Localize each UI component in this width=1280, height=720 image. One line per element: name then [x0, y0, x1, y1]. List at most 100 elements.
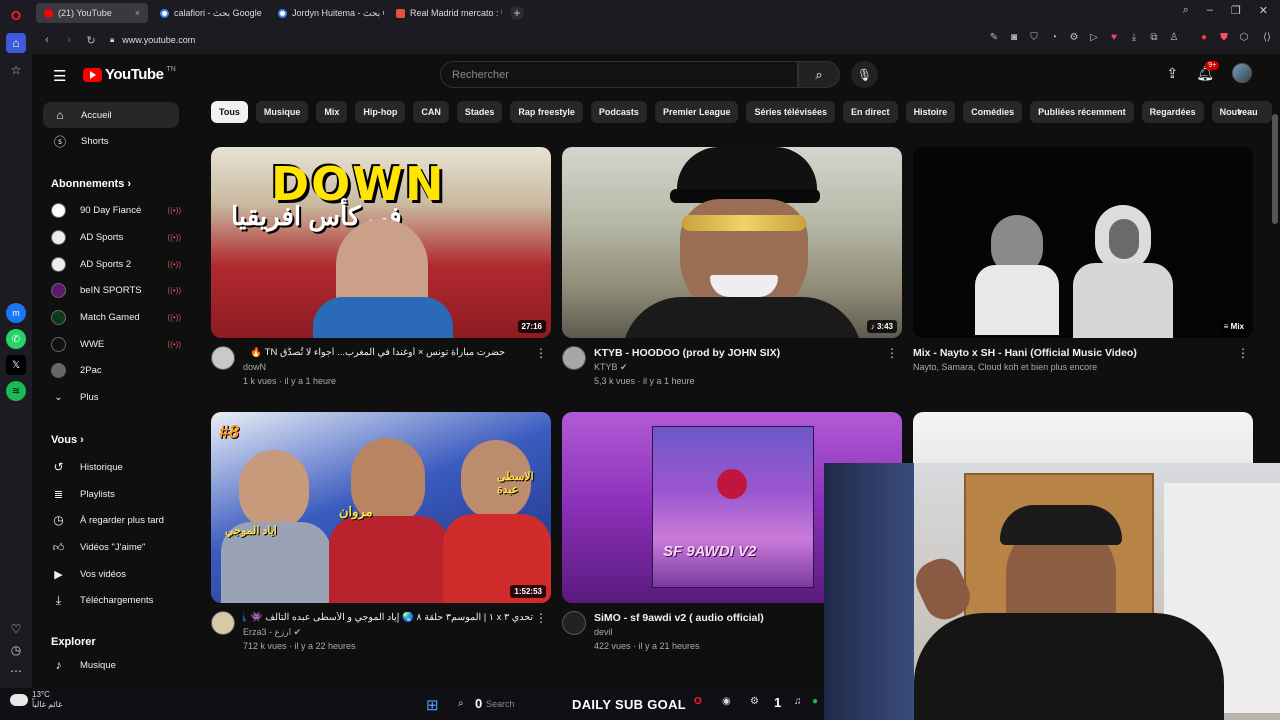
video-title[interactable]: تحدي ٣ x ١ | الموسم٣ حلقة ٨ 🌏 إياد الموج…	[243, 612, 533, 623]
sidebar-item-music[interactable]: ♪ Musique	[51, 653, 181, 677]
youtube-logo[interactable]: YouTube TN	[83, 66, 176, 83]
more-vert-icon[interactable]: ⋮	[535, 346, 547, 360]
forward-icon[interactable]: ›	[58, 34, 80, 46]
reload-icon[interactable]: ↻	[80, 34, 102, 47]
show-more-button[interactable]: ⌄ Plus	[51, 385, 181, 409]
opera-logo-icon[interactable]: O	[6, 5, 26, 25]
tab-realmadrid[interactable]: Real Madrid mercato : Un	[388, 3, 502, 23]
tab-youtube[interactable]: (21) YouTube ×	[36, 3, 148, 23]
chip[interactable]: Comédies	[963, 101, 1023, 123]
sidebar-item-liked[interactable]: 👍︎ Vidéos "J'aime"	[51, 535, 181, 559]
tab-search-icon[interactable]: ⌕	[1183, 4, 1189, 17]
scrollbar-thumb[interactable]	[1272, 114, 1278, 224]
tab-google-1[interactable]: calafiori - بحث Google	[152, 3, 266, 23]
channel-name[interactable]: Erza3 - ارزع ✔︎	[243, 627, 301, 638]
notifications-button[interactable]: 🔔︎ 9+	[1196, 60, 1220, 82]
puzzle-icon[interactable]: ⧉	[1148, 32, 1160, 43]
chip[interactable]: Stades	[456, 101, 503, 123]
sidebar-item-your-videos[interactable]: ▶︎ Vos vidéos	[51, 562, 181, 586]
subscriptions-heading[interactable]: Abonnements ›	[51, 178, 131, 190]
heart-icon[interactable]: ♡	[6, 619, 26, 639]
maximize-icon[interactable]: ❐	[1231, 4, 1241, 17]
spotify-green-icon[interactable]: ●	[812, 696, 818, 707]
minimize-icon[interactable]: –	[1207, 4, 1213, 17]
chip[interactable]: CAN	[413, 101, 449, 123]
search-input[interactable]	[441, 62, 797, 87]
camera-icon[interactable]: ◙	[1008, 32, 1020, 43]
channel-name[interactable]: dowN	[243, 362, 266, 372]
upload-icon[interactable]: ⇪	[1166, 65, 1178, 82]
new-tab-plus-icon[interactable]: +	[510, 6, 524, 20]
more-vert-icon[interactable]: ⋮	[886, 346, 898, 360]
spotify-icon[interactable]: ≋	[6, 381, 26, 401]
chips-next-icon[interactable]: ›	[1237, 103, 1241, 118]
chip[interactable]: Tous	[211, 101, 248, 123]
avatar[interactable]	[1232, 63, 1252, 83]
taskbar-search-icon[interactable]: ⌕	[458, 698, 464, 709]
edit-icon[interactable]: ✎	[988, 32, 1000, 43]
sub-item[interactable]: 2Pac	[51, 358, 181, 382]
windows-start-icon[interactable]: ⊞	[426, 696, 439, 714]
chip[interactable]: Hip-hop	[355, 101, 406, 123]
video-card[interactable]: ♪ 3:43 KTYB - HOODOO (prod by JOHN SIX) …	[562, 147, 902, 394]
sidebar-item-accueil[interactable]: ⌂ Accueil	[43, 102, 179, 128]
record-icon[interactable]: ●	[1198, 32, 1210, 43]
star-icon[interactable]: ☆	[6, 60, 26, 80]
sub-item[interactable]: AD Sports ((•))	[51, 225, 181, 249]
more-dots-icon[interactable]: ⋯	[6, 661, 26, 681]
x-twitter-icon[interactable]: 𝕏	[6, 355, 26, 375]
cube-icon[interactable]: ⬡	[1238, 32, 1250, 43]
menu-icon[interactable]: ☰	[53, 67, 66, 85]
chip[interactable]: Histoire	[905, 101, 956, 123]
sub-item[interactable]: Match Gamed ((•))	[51, 305, 181, 329]
shield-icon[interactable]: ⛉	[1028, 32, 1040, 43]
video-thumbnail[interactable]: DOWN في كأس افريقيا 27:16	[211, 147, 551, 338]
video-thumbnail[interactable]: #8 اياد الموجي مروان الاسطى عبدة 1:52:53	[211, 412, 551, 603]
video-thumbnail[interactable]: ♪ 3:43	[562, 147, 902, 338]
home-workspace-icon[interactable]: ⌂	[6, 33, 26, 53]
steam-taskbar-icon[interactable]: ⚙	[750, 696, 759, 707]
channel-name[interactable]: Nayto, Samara, Cloud koh et bien plus en…	[913, 362, 1097, 372]
channel-avatar[interactable]	[562, 611, 586, 635]
adblock-icon[interactable]: ⛊	[1218, 32, 1230, 43]
channel-avatar[interactable]	[211, 346, 235, 370]
tab-google-2[interactable]: Jordyn Huitema - بحث Go	[270, 3, 384, 23]
chip[interactable]: Regardées	[1141, 101, 1204, 123]
more-vert-icon[interactable]: ⋮	[535, 611, 547, 625]
back-icon[interactable]: ‹	[36, 34, 58, 46]
chip[interactable]: Musique	[255, 101, 309, 123]
opera-taskbar-icon[interactable]: O	[694, 696, 702, 707]
video-card[interactable]: ≡ Mix Mix - Nayto x SH - Hani (Official …	[913, 147, 1253, 394]
sub-item[interactable]: WWE ((•))	[51, 332, 181, 356]
sub-item[interactable]: beIN SPORTS ((•))	[51, 278, 181, 302]
sidebar-item-watch-later[interactable]: ◷ À regarder plus tard	[51, 508, 181, 532]
sidebar-item-shorts[interactable]: ⓢ Shorts	[43, 128, 179, 154]
chip[interactable]: Mix	[316, 101, 348, 123]
video-title[interactable]: حضرت مباراة تونس × أوغندا في المغرب... أ…	[243, 347, 505, 358]
video-thumbnail[interactable]: ≡ Mix	[913, 147, 1253, 338]
settings-icon[interactable]: ⚙	[1068, 32, 1080, 43]
video-title[interactable]: KTYB - HOODOO (prod by JOHN SIX)	[594, 347, 884, 359]
chip[interactable]: Podcasts	[590, 101, 647, 123]
obs-taskbar-icon[interactable]: ◉	[722, 696, 731, 707]
download-icon[interactable]: ⤓	[1128, 32, 1140, 43]
chip[interactable]: Séries télévisées	[746, 101, 836, 123]
play-icon[interactable]: ▷	[1088, 32, 1100, 43]
search-button[interactable]: ⌕	[798, 61, 840, 88]
channel-avatar[interactable]	[211, 611, 235, 635]
you-heading[interactable]: Vous ›	[51, 434, 84, 446]
video-card[interactable]: #8 اياد الموجي مروان الاسطى عبدة 1:52:53…	[211, 412, 551, 659]
sub-item[interactable]: 90 Day Fiancé ((•))	[51, 198, 181, 222]
chip[interactable]: Premier League	[654, 101, 739, 123]
close-tab-icon[interactable]: ×	[135, 8, 140, 18]
heart-icon[interactable]: ♥	[1108, 32, 1120, 43]
history-icon[interactable]: ◷	[6, 640, 26, 660]
channel-name[interactable]: devil	[594, 627, 613, 637]
sidebar-item-history[interactable]: ↺ Historique	[51, 455, 181, 479]
sidebar-item-downloads[interactable]: ⤓ Téléchargements	[51, 588, 181, 612]
chip[interactable]: Publiées récemment	[1030, 101, 1134, 123]
channel-name[interactable]: KTYB ✔︎	[594, 362, 628, 373]
chip[interactable]: Nouveau	[1211, 101, 1272, 123]
video-card[interactable]: DOWN في كأس افريقيا 27:16 حضرت مباراة تو…	[211, 147, 551, 394]
vpn-icon[interactable]: ◔	[1048, 32, 1060, 43]
